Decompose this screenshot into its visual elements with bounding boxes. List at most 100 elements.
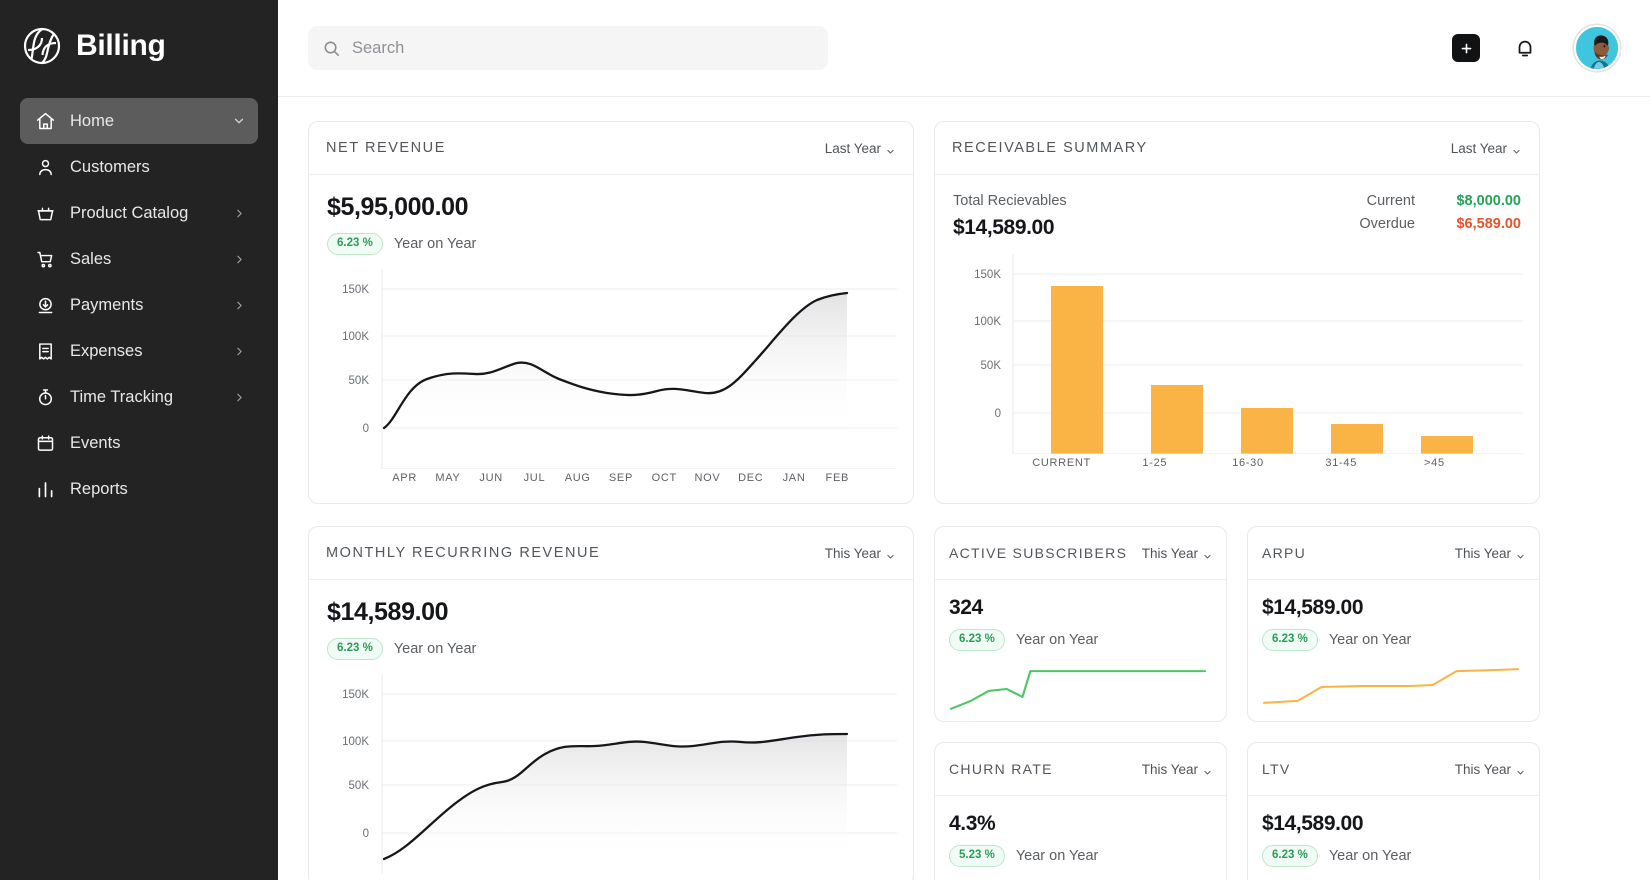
total-receivables-label: Total Recievables (953, 193, 1067, 209)
period-label: Last Year (1450, 140, 1507, 156)
plus-icon[interactable] (1452, 34, 1480, 62)
yoy-row: 6.23 % Year on Year (1262, 629, 1525, 651)
basket-icon (34, 202, 56, 224)
sidebar-item-payments[interactable]: Payments (20, 282, 258, 328)
sidebar-item-label: Reports (70, 479, 128, 498)
total-receivables-value: $14,589.00 (953, 216, 1055, 239)
period-selector[interactable]: This Year (1455, 762, 1525, 777)
avatar[interactable] (1574, 25, 1620, 71)
topbar (278, 0, 1650, 97)
card-body: 324 6.23 % Year on Year (935, 580, 1226, 715)
card-body: $14,589.00 6.23 % Year on Year 150K 100K… (309, 580, 913, 874)
svg-text:50K: 50K (349, 780, 370, 792)
sidebar-item-sales[interactable]: Sales (20, 236, 258, 282)
search-icon (322, 39, 341, 58)
card-title: MONTHLY RECURRING REVENUE (326, 545, 601, 561)
receipt-icon (34, 340, 56, 362)
card-arpu: ARPU This Year $14,589.00 6.23 % Year on… (1247, 526, 1540, 722)
sidebar-item-events[interactable]: Events (20, 420, 258, 466)
card-header: RECEIVABLE SUMMARY Last Year (935, 122, 1539, 175)
svg-text:50K: 50K (349, 375, 370, 387)
status-badge: 6.23 % (1262, 629, 1318, 651)
chevron-right-icon (232, 252, 246, 266)
x-tick: CURRENT (1032, 457, 1091, 469)
period-selector[interactable]: This Year (1455, 546, 1525, 561)
x-tick: MAY (435, 471, 461, 484)
x-tick: 16-30 (1232, 457, 1264, 469)
period-selector[interactable]: This Year (1142, 762, 1212, 777)
yoy-label: Year on Year (1328, 847, 1412, 864)
card-mrr: MONTHLY RECURRING REVENUE This Year $14,… (308, 526, 914, 880)
bell-icon[interactable] (1510, 33, 1540, 63)
period-label: Last Year (824, 140, 881, 156)
svg-text:50K: 50K (981, 360, 1002, 372)
svg-text:150K: 150K (974, 269, 1001, 281)
mini-cards-column: ACTIVE SUBSCRIBERS This Year 324 6.23 % … (934, 526, 1540, 880)
period-selector[interactable]: Last Year (1451, 141, 1521, 156)
period-selector[interactable]: Last Year (825, 141, 895, 156)
receivable-summary-chart: 150K 100K 50K 0 CURRENT 1-25 16-30 31-45… (953, 254, 1523, 472)
search-box[interactable] (308, 26, 828, 70)
chevron-right-icon (232, 298, 246, 312)
period-label: This Year (1141, 761, 1198, 777)
chevron-down-icon (232, 114, 246, 128)
sidebar-item-time-tracking[interactable]: Time Tracking (20, 374, 258, 420)
svg-text:100K: 100K (342, 331, 369, 343)
current-line: Current $8,000.00 (1359, 193, 1521, 209)
metric-value: 4.3% (949, 812, 996, 835)
x-tick: APR (392, 471, 417, 484)
yoy-label: Year on Year (1015, 631, 1099, 648)
status-badge: 6.23 % (1262, 845, 1318, 867)
period-selector[interactable]: This Year (825, 546, 895, 561)
dashboard-row-1: NET REVENUE Last Year $5,95,000.00 6.23 (308, 121, 1620, 504)
chevron-down-icon (1203, 765, 1212, 774)
receivables-summary-row: Total Recievables $14,589.00 Current $8,… (953, 193, 1521, 240)
sidebar-item-expenses[interactable]: Expenses (20, 328, 258, 374)
yoy-row: 6.23 % Year on Year (1262, 845, 1525, 867)
main-area: NET REVENUE Last Year $5,95,000.00 6.23 (278, 0, 1650, 880)
period-label: This Year (824, 545, 881, 561)
sidebar-item-label: Customers (70, 157, 150, 176)
x-tick: JUL (523, 471, 546, 484)
period-selector[interactable]: This Year (1142, 546, 1212, 561)
home-icon (34, 110, 56, 132)
yoy-label: Year on Year (393, 235, 477, 252)
overdue-value: $6,589.00 (1456, 216, 1521, 232)
brand[interactable]: Billing (0, 0, 278, 92)
active-subscribers-sparkline (949, 669, 1207, 710)
bar-chart-icon (34, 478, 56, 500)
sidebar-item-product-catalog[interactable]: Product Catalog (20, 190, 258, 236)
shopping-cart-icon (34, 248, 56, 270)
svg-text:150K: 150K (342, 284, 369, 296)
x-tick: 1-25 (1142, 457, 1168, 469)
x-tick: NOV (694, 471, 721, 484)
search-input[interactable] (352, 38, 814, 58)
chevron-down-icon (886, 144, 895, 153)
no-chevron (232, 482, 246, 496)
sidebar-item-customers[interactable]: Customers (20, 144, 258, 190)
yoy-row: 6.23 % Year on Year (327, 233, 895, 255)
sidebar-item-home[interactable]: Home (20, 98, 258, 144)
current-value: $8,000.00 (1456, 193, 1521, 209)
overdue-line: Overdue $6,589.00 (1359, 216, 1521, 232)
card-header: MONTHLY RECURRING REVENUE This Year (309, 527, 913, 580)
x-tick: FEB (825, 471, 850, 484)
card-receivable-summary: RECEIVABLE SUMMARY Last Year Total Recie… (934, 121, 1540, 504)
metric-value: $14,589.00 (327, 598, 449, 626)
sidebar-item-reports[interactable]: Reports (20, 466, 258, 512)
payment-icon (34, 294, 56, 316)
sidebar-nav: Home Customers Product Catalog Sales Pay… (0, 92, 278, 512)
stopwatch-icon (34, 386, 56, 408)
yoy-label: Year on Year (1328, 631, 1412, 648)
chevron-down-icon (1512, 144, 1521, 153)
period-label: This Year (1454, 545, 1511, 561)
card-title: LTV (1262, 761, 1291, 777)
card-header: ACTIVE SUBSCRIBERS This Year (935, 527, 1226, 580)
yoy-row: 6.23 % Year on Year (949, 629, 1212, 651)
billing-logo-icon (22, 26, 62, 66)
x-axis-labels: APR MAY JUN JUL AUG SEP OCT NOV DEC JAN (383, 472, 859, 484)
card-header: CHURN RATE This Year (935, 743, 1226, 796)
dashboard-row-2: MONTHLY RECURRING REVENUE This Year $14,… (308, 526, 1620, 880)
no-chevron (232, 436, 246, 450)
svg-text:100K: 100K (974, 316, 1001, 328)
